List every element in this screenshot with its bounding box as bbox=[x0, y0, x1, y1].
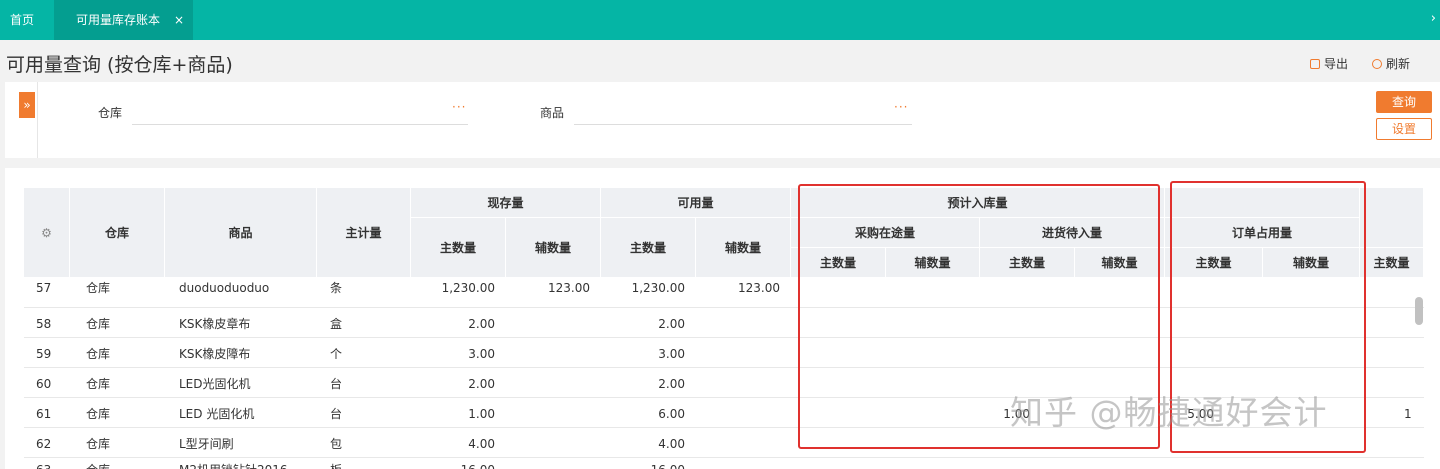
warehouse-label: 仓库 bbox=[98, 106, 123, 120]
refresh-button[interactable]: 刷新 bbox=[1372, 55, 1410, 72]
cell-unit: 板 bbox=[330, 460, 342, 469]
cell-available-main: 1,230.00 bbox=[631, 281, 685, 295]
column-settings-icon[interactable]: ⚙ bbox=[24, 188, 70, 278]
cell-stock-aux: 123.00 bbox=[548, 281, 590, 295]
watermark: 知乎 @畅捷通好会计 bbox=[1010, 393, 1328, 432]
tab-bar: 首页 可用量库存账本 × › bbox=[0, 0, 1440, 40]
refresh-icon bbox=[1372, 59, 1382, 69]
header-stock-aux[interactable]: 辅数量 bbox=[506, 218, 601, 278]
tab-label: 可用量库存账本 bbox=[76, 13, 161, 27]
cell-stock-main: 16.00 bbox=[411, 460, 495, 469]
settings-button[interactable]: 设置 bbox=[1376, 118, 1432, 140]
header-available-aux[interactable]: 辅数量 bbox=[696, 218, 791, 278]
tab-home[interactable]: 首页 bbox=[10, 0, 34, 40]
header-product[interactable]: 商品 bbox=[165, 188, 317, 278]
cell-product: M2机用锉钻针2016 bbox=[179, 460, 288, 469]
export-icon bbox=[1310, 59, 1320, 69]
header-stock-main[interactable]: 主数量 bbox=[411, 218, 506, 278]
header-warehouse[interactable]: 仓库 bbox=[70, 188, 165, 278]
chevron-right-icon[interactable]: › bbox=[1431, 11, 1436, 26]
divider bbox=[37, 82, 38, 158]
cell-unit: 条 bbox=[330, 281, 343, 295]
header-unit[interactable]: 主计量 bbox=[317, 188, 411, 278]
row-index: 57 bbox=[36, 281, 52, 295]
cell-stock-main: 1,230.00 bbox=[441, 281, 495, 295]
product-label: 商品 bbox=[540, 106, 565, 120]
filter-panel: » 仓库 ··· 商品 ··· 查询 设置 bbox=[5, 82, 1440, 158]
cell-product: duoduoduoduo bbox=[179, 281, 270, 295]
product-picker-icon[interactable]: ··· bbox=[894, 100, 908, 114]
table-row[interactable]: 63 仓库 M2机用锉钻针2016 板 16.00 16.00 bbox=[24, 458, 1424, 469]
cell-available-main: 16.00 bbox=[601, 460, 685, 469]
header-available-main[interactable]: 主数量 bbox=[601, 218, 696, 278]
header-next-group bbox=[1360, 188, 1424, 248]
row-index: 63 bbox=[36, 460, 51, 469]
warehouse-picker-icon[interactable]: ··· bbox=[452, 100, 466, 114]
export-label: 导出 bbox=[1324, 57, 1349, 71]
cell-warehouse: 仓库 bbox=[86, 460, 110, 469]
warehouse-input[interactable] bbox=[132, 124, 468, 125]
close-icon[interactable]: × bbox=[174, 0, 184, 40]
export-button[interactable]: 导出 bbox=[1310, 55, 1348, 72]
page-title: 可用量查询 (按仓库+商品) bbox=[6, 54, 233, 76]
cell-available-aux: 123.00 bbox=[738, 281, 780, 295]
cell-warehouse: 仓库 bbox=[86, 281, 111, 295]
vertical-scrollbar[interactable] bbox=[1415, 297, 1423, 325]
header-available: 可用量 bbox=[601, 188, 791, 218]
expand-filter-button[interactable]: » bbox=[19, 92, 35, 118]
refresh-label: 刷新 bbox=[1386, 57, 1411, 71]
header-next-main[interactable]: 主数量 bbox=[1360, 248, 1424, 278]
tab-available-stock-ledger[interactable]: 可用量库存账本 × bbox=[54, 0, 193, 40]
header-stock: 现存量 bbox=[411, 188, 601, 218]
product-input[interactable] bbox=[574, 124, 912, 125]
query-button[interactable]: 查询 bbox=[1376, 91, 1432, 113]
